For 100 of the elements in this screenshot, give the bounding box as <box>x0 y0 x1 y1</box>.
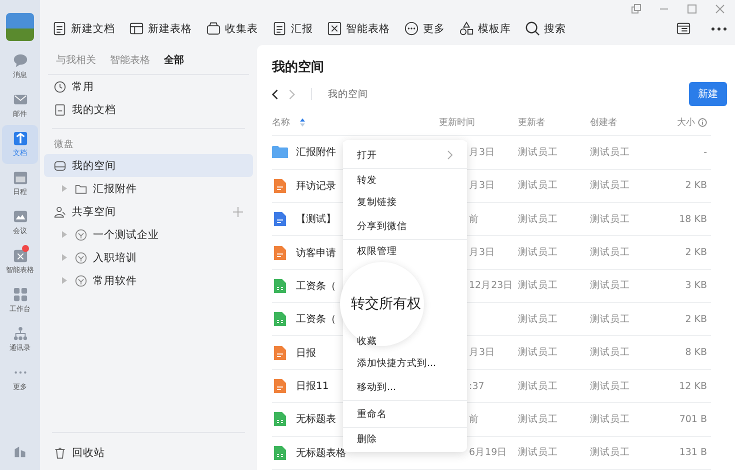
menu-item[interactable]: 移动到... <box>343 374 467 401</box>
menu-item[interactable]: 复制链接 <box>343 191 467 213</box>
column-header[interactable]: 更新者 <box>518 116 590 130</box>
file-icon <box>272 311 288 328</box>
section-label: 微盘 <box>53 138 75 152</box>
page-title: 我的空间 <box>272 58 325 76</box>
expand-caret-icon[interactable] <box>62 231 67 238</box>
close-icon[interactable] <box>715 4 725 14</box>
sort-icon[interactable] <box>300 118 305 128</box>
calendar-icon <box>12 170 28 185</box>
clock-icon <box>54 80 66 92</box>
pin-icon[interactable] <box>631 4 641 14</box>
tree-item[interactable]: 汇报附件 <box>44 177 253 200</box>
toolbar-button[interactable]: 更多 <box>404 21 445 36</box>
menu-item[interactable]: 收藏 <box>343 330 467 352</box>
file-name[interactable]: 拜访记录 <box>296 178 336 193</box>
table-cell: 月3日 <box>469 146 496 158</box>
menu-item[interactable]: 添加快捷方式到... <box>343 352 467 374</box>
file-icon <box>272 411 288 428</box>
expand-caret-icon[interactable] <box>62 185 67 192</box>
table-cell-text: 测试员工 <box>518 246 559 259</box>
table-cell-text: 测试员工 <box>518 446 559 460</box>
sidebar-item[interactable]: 常用 <box>44 75 253 98</box>
document-icon <box>52 21 67 36</box>
table-cell-text: 12 KB <box>678 380 708 392</box>
chevron-icon <box>447 150 453 160</box>
file-name[interactable]: 日报11 <box>296 379 329 394</box>
trash-icon <box>54 446 66 458</box>
sidebar-tab[interactable]: 全部 <box>164 53 184 67</box>
toolbar-button[interactable]: 收集表 <box>206 21 258 36</box>
file-name[interactable]: 访客申请 <box>296 246 336 260</box>
table-cell-text: 2 KB <box>684 180 708 192</box>
toolbar-button[interactable]: 新建文档 <box>52 21 115 36</box>
notification-dot <box>22 245 29 252</box>
column-header[interactable]: 更新时间 <box>439 116 518 130</box>
table-cell-text: 测试员工 <box>590 279 631 292</box>
table-cell-text: 测试员工 <box>518 212 559 226</box>
column-header[interactable]: 名称 <box>272 116 290 130</box>
avatar-picture[interactable] <box>6 13 34 41</box>
table-icon <box>129 21 144 36</box>
toolbar-button[interactable]: 智能表格 <box>327 21 390 36</box>
back-icon[interactable] <box>272 88 279 100</box>
table-cell-text: 8 KB <box>684 347 708 358</box>
trash-item[interactable]: 回收站 <box>44 441 253 464</box>
menu-item[interactable]: 删除 <box>343 428 467 450</box>
column-header[interactable]: 大小 <box>677 116 695 130</box>
tree-item[interactable]: 常用软件 <box>44 269 253 292</box>
menu-item[interactable]: 分享到微信 <box>343 213 467 240</box>
table-cell-text: 测试员工 <box>518 146 559 159</box>
table-cell: 12月23日 <box>469 280 514 292</box>
menu-item[interactable]: 重命名 <box>343 401 467 428</box>
table-cell-text: 3 KB <box>684 280 708 292</box>
breadcrumb[interactable]: 我的空间 <box>328 88 368 100</box>
document-icon <box>272 21 287 36</box>
table-cell-text: 2 KB <box>684 314 708 325</box>
tree-item[interactable]: 共享空间 <box>44 200 253 223</box>
menu-item[interactable]: 转交所有权 <box>351 295 421 313</box>
menu-item[interactable]: 权限管理 <box>343 240 467 262</box>
file-name[interactable]: 工资条（ <box>296 312 336 326</box>
menu-item[interactable]: 转发 <box>343 169 467 191</box>
add-icon[interactable] <box>233 206 243 216</box>
file-name[interactable]: 无标题表 <box>296 412 336 426</box>
grid-icon <box>12 287 28 302</box>
column-header[interactable]: 创建者 <box>590 116 665 130</box>
table-cell: :37 <box>469 380 484 392</box>
table-cell-text: 18 KB <box>678 214 708 225</box>
sidebar-item[interactable]: 我的文档 <box>44 98 253 121</box>
tree-item[interactable]: 一个测试企业 <box>44 223 253 246</box>
maximize-icon[interactable] <box>687 4 697 14</box>
tree-item[interactable]: 我的空间 <box>44 154 253 177</box>
expand-caret-icon[interactable] <box>62 254 67 261</box>
toolbar-button[interactable]: 模板库 <box>459 21 511 36</box>
file-name[interactable]: 【测试】 <box>296 212 336 226</box>
layout-icon[interactable] <box>676 21 691 36</box>
table-cell: 月3日 <box>469 347 496 358</box>
table-cell-text: 测试员工 <box>518 412 559 426</box>
info-icon[interactable] <box>698 118 707 128</box>
chat-bubble-icon <box>12 53 28 68</box>
toolbar-button[interactable]: 新建表格 <box>129 21 192 36</box>
toolbar-button[interactable]: 搜索 <box>525 21 566 36</box>
file-icon <box>272 378 288 394</box>
app-logo-icon[interactable] <box>13 444 27 458</box>
table-cell: 前 <box>469 414 479 425</box>
menu-item[interactable]: 打开 <box>343 142 467 169</box>
file-name[interactable]: 日报 <box>296 346 316 360</box>
new-button[interactable]: 新建 <box>689 82 727 106</box>
document-icon <box>12 131 28 146</box>
more-icon[interactable] <box>711 26 727 32</box>
file-icon <box>272 178 288 194</box>
file-name[interactable]: 工资条（ <box>296 278 336 293</box>
file-name[interactable]: 汇报附件 <box>296 145 336 160</box>
forward-icon[interactable] <box>288 88 295 100</box>
more-icon <box>404 21 419 36</box>
file-name[interactable]: 无标题表格 <box>296 446 346 460</box>
toolbar-button[interactable]: 汇报 <box>272 21 313 36</box>
expand-caret-icon[interactable] <box>62 277 67 284</box>
tree-item[interactable]: 入职培训 <box>44 246 253 269</box>
table-cell-text: 测试员工 <box>590 446 631 460</box>
document-icon <box>54 104 66 116</box>
table-cell-text: 测试员工 <box>590 146 631 159</box>
